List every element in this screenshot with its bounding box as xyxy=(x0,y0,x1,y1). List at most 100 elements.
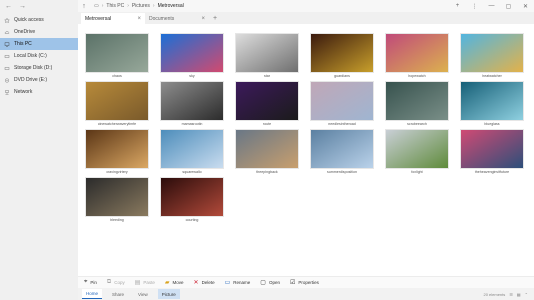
chevron-right-icon: › xyxy=(152,3,155,9)
pin-label: Pin xyxy=(90,280,97,285)
image-preview xyxy=(235,81,299,121)
rename-button[interactable]: ▭ Rename xyxy=(225,279,251,286)
breadcrumb-item[interactable]: This PC xyxy=(106,3,124,9)
file-name: sky xyxy=(189,74,195,78)
image-preview xyxy=(460,129,524,169)
network-icon xyxy=(4,89,10,95)
delete-label: Delete xyxy=(201,280,215,285)
file-thumbnail[interactable]: squarewallo xyxy=(160,129,224,174)
file-name: foxlight xyxy=(411,170,423,174)
breadcrumb-item[interactable]: Pictures xyxy=(132,3,150,9)
computer-icon: ▭ xyxy=(94,3,99,9)
image-preview xyxy=(85,81,149,121)
ribbon-tab-share[interactable]: Share xyxy=(108,289,128,299)
tab-metroversal[interactable]: Metroversal × xyxy=(81,13,145,24)
sidebar-item-onedrive[interactable]: OneDrive xyxy=(0,26,78,38)
sidebar-item-local-disk-c[interactable]: Local Disk (C:) xyxy=(0,50,78,62)
sidebar-item-this-pc[interactable]: This PC xyxy=(0,38,78,50)
tab-documents[interactable]: Documents × xyxy=(145,13,209,24)
file-thumbnail[interactable]: guardians xyxy=(310,33,374,78)
file-thumbnail[interactable]: chaos xyxy=(85,33,149,78)
file-thumbnail[interactable]: heatwatcher xyxy=(460,33,524,78)
sidebar: ← → Quick access OneDrive This PC Local … xyxy=(0,0,78,300)
file-name: cravingvirtery xyxy=(106,170,128,174)
properties-label: Properties xyxy=(298,280,319,285)
drive-icon xyxy=(4,54,10,59)
sidebar-item-label: Local Disk (C:) xyxy=(14,53,47,59)
sidebar-item-label: Storage Disk (D:) xyxy=(14,65,53,71)
copy-label: Copy xyxy=(114,280,125,285)
file-thumbnail[interactable]: theepingback xyxy=(235,129,299,174)
forward-arrow-icon[interactable]: → xyxy=(19,3,26,10)
file-thumbnail[interactable]: sky xyxy=(160,33,224,78)
up-arrow-icon[interactable]: ↑ xyxy=(78,3,90,10)
rename-icon: ▭ xyxy=(224,280,231,286)
move-label: Move xyxy=(172,280,184,285)
copy-button[interactable]: ⧉ Copy xyxy=(107,279,125,286)
breadcrumb: ▭ › This PC › Pictures › Metroversal xyxy=(90,3,449,9)
image-preview xyxy=(385,81,449,121)
minimize-icon[interactable]: — xyxy=(483,3,500,10)
add-tab-icon[interactable]: + xyxy=(209,15,217,22)
file-thumbnail[interactable]: mamasrootin xyxy=(160,81,224,126)
file-name: mamasrootin xyxy=(181,122,203,126)
file-name: route xyxy=(262,122,272,126)
image-preview xyxy=(85,177,149,217)
pin-button[interactable]: ⌖ Pin xyxy=(84,279,97,286)
image-preview xyxy=(160,81,224,121)
file-thumbnail[interactable]: scrubeearch xyxy=(385,81,449,126)
move-button[interactable]: ▰ Move xyxy=(165,279,184,286)
sidebar-item-storage-disk-d[interactable]: Storage Disk (D:) xyxy=(0,62,78,74)
file-thumbnail[interactable]: theheavenginvitfuture xyxy=(460,129,524,174)
delete-button[interactable]: ✕ Delete xyxy=(194,279,215,286)
chevron-right-icon: › xyxy=(101,3,104,9)
more-icon[interactable]: ⋮ xyxy=(466,3,483,10)
file-thumbnail[interactable]: summerdisposition xyxy=(310,129,374,174)
sidebar-item-label: DVD Drive (E:) xyxy=(14,77,48,83)
sidebar-item-dvd-drive-e[interactable]: DVD Drive (E:) xyxy=(0,74,78,86)
image-preview xyxy=(460,81,524,121)
file-name: scrubeearch xyxy=(407,122,427,126)
image-preview xyxy=(385,33,449,73)
image-preview xyxy=(85,129,149,169)
sidebar-item-quick-access[interactable]: Quick access xyxy=(0,14,78,26)
ribbon-tab-picture[interactable]: Picture xyxy=(157,289,180,299)
file-thumbnail[interactable]: hopewatch xyxy=(385,33,449,78)
image-preview xyxy=(160,129,224,169)
paste-button[interactable]: ▤ Paste xyxy=(135,279,155,286)
new-tab-plus-icon[interactable]: + xyxy=(449,3,466,10)
file-name: squarewallo xyxy=(182,170,202,174)
cloud-icon xyxy=(4,30,10,35)
image-preview xyxy=(235,33,299,73)
close-icon[interactable]: ✕ xyxy=(517,3,534,10)
file-thumbnail[interactable]: needlesintheroad xyxy=(310,81,374,126)
file-thumbnail[interactable]: cinewatcherwaverytimfe xyxy=(85,81,149,126)
sidebar-item-network[interactable]: Network xyxy=(0,86,78,98)
file-thumbnail[interactable]: cravingvirtery xyxy=(85,129,149,174)
open-button[interactable]: ▢ Open xyxy=(260,279,280,286)
grid-view-icon[interactable]: ▦ xyxy=(517,292,521,297)
image-preview xyxy=(310,129,374,169)
breadcrumb-item-current[interactable]: Metroversal xyxy=(158,3,184,9)
properties-button[interactable]: ☑ Properties xyxy=(290,279,319,286)
copy-icon: ⧉ xyxy=(106,279,112,285)
file-name: heatwatcher xyxy=(482,74,502,78)
image-preview xyxy=(310,33,374,73)
file-thumbnail[interactable]: foxlight xyxy=(385,129,449,174)
file-thumbnail[interactable]: courting xyxy=(160,177,224,222)
file-thumbnail[interactable]: route xyxy=(235,81,299,126)
file-thumbnail[interactable]: blueglass xyxy=(460,81,524,126)
maximize-icon[interactable]: ▢ xyxy=(500,3,517,10)
nav-buttons: ← → xyxy=(0,0,78,12)
details-view-icon[interactable]: ☰ xyxy=(509,292,513,297)
file-thumbnail[interactable]: bleeding xyxy=(85,177,149,222)
close-tab-icon[interactable]: × xyxy=(201,16,205,22)
collapse-icon[interactable]: ⌃ xyxy=(525,292,528,297)
file-thumbnail[interactable]: star xyxy=(235,33,299,78)
ribbon-tab-home[interactable]: Home xyxy=(82,289,103,299)
paste-label: Paste xyxy=(143,280,155,285)
back-arrow-icon[interactable]: ← xyxy=(5,3,12,10)
close-tab-icon[interactable]: × xyxy=(137,16,141,22)
ribbon-tab-view[interactable]: View xyxy=(134,289,152,299)
sidebar-list: Quick access OneDrive This PC Local Disk… xyxy=(0,14,78,98)
